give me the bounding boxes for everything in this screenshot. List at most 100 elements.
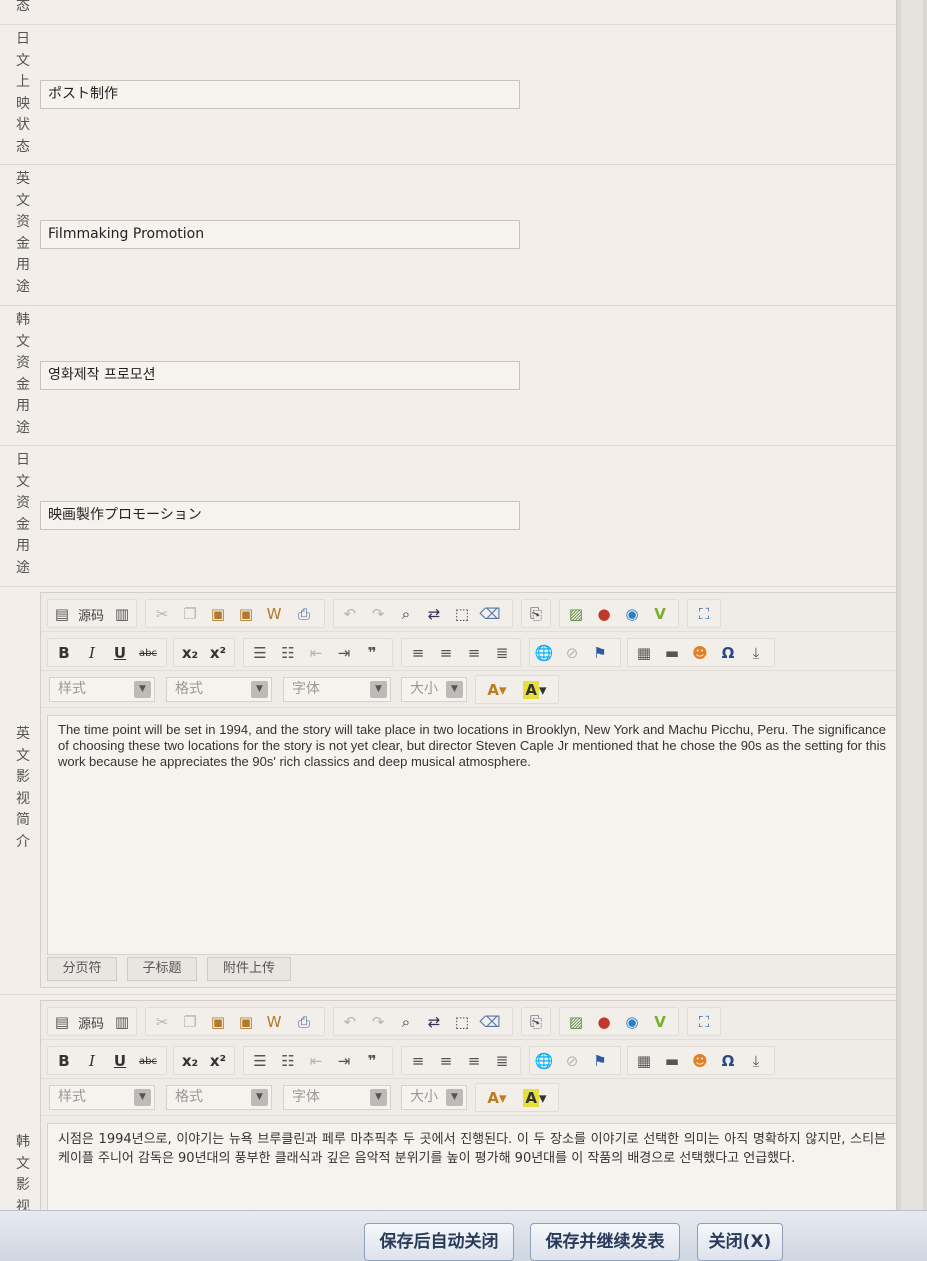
font-select[interactable]: 字体 ▼ (283, 1085, 391, 1110)
print-icon[interactable]: ⎙ (294, 1012, 314, 1032)
paste-text-icon[interactable]: ▣ (236, 1012, 256, 1032)
align-center-icon[interactable]: ≡ (436, 643, 456, 663)
remove-format-icon[interactable]: ⌫ (479, 1012, 500, 1032)
replace-icon[interactable]: ⇄ (424, 604, 444, 624)
paste-text-icon[interactable]: ▣ (236, 604, 256, 624)
flash-icon[interactable]: ● (594, 1012, 614, 1032)
format-select[interactable]: 格式 ▼ (166, 1085, 272, 1110)
copy-icon[interactable]: ❐ (180, 1012, 200, 1032)
underline-icon[interactable]: U (110, 643, 130, 663)
indent-icon[interactable]: ⇥ (334, 1051, 354, 1071)
undo-icon[interactable]: ↶ (340, 1012, 360, 1032)
outdent-icon[interactable]: ⇤ (306, 1051, 326, 1071)
unlink-icon[interactable]: ⊘ (562, 643, 582, 663)
justify-icon[interactable]: ≣ (492, 1051, 512, 1071)
align-center-icon[interactable]: ≡ (436, 1051, 456, 1071)
blockquote-icon[interactable]: ❞ (362, 1051, 382, 1071)
smiley-icon[interactable]: ☻ (690, 1051, 710, 1071)
close-button[interactable]: 关闭(X) (697, 1223, 783, 1261)
templates-icon[interactable]: ▥ (112, 604, 132, 624)
media-icon[interactable]: ◉ (622, 604, 642, 624)
image-icon[interactable]: ▨ (566, 1012, 586, 1032)
paste-word-icon[interactable]: W (264, 604, 284, 624)
text-color-icon[interactable]: A▾ (482, 680, 512, 700)
paste-icon[interactable]: ▣ (208, 1012, 228, 1032)
attachment-upload-button[interactable]: 附件上传 (207, 957, 291, 981)
source-button[interactable]: 源码 (74, 604, 108, 624)
redo-icon[interactable]: ↷ (368, 1012, 388, 1032)
strike-icon[interactable]: abc (138, 643, 158, 663)
text-color-icon[interactable]: A▾ (482, 1088, 512, 1108)
align-right-icon[interactable]: ≡ (464, 643, 484, 663)
superscript-icon[interactable]: x² (208, 1051, 228, 1071)
maximize-icon[interactable]: ⛶ (694, 1012, 714, 1032)
indent-icon[interactable]: ⇥ (334, 643, 354, 663)
cut-icon[interactable]: ✂ (152, 1012, 172, 1032)
subscript-icon[interactable]: x₂ (180, 1051, 200, 1071)
media-icon[interactable]: ◉ (622, 1012, 642, 1032)
image-icon[interactable]: ▨ (566, 604, 586, 624)
subtitle-button[interactable]: 子标题 (127, 957, 197, 981)
align-left-icon[interactable]: ≡ (408, 643, 428, 663)
page-break-icon[interactable]: ⤓ (746, 643, 766, 663)
select-all-icon[interactable]: ⬚ (452, 1012, 472, 1032)
align-right-icon[interactable]: ≡ (464, 1051, 484, 1071)
paste-icon[interactable]: ▣ (208, 604, 228, 624)
vertical-scrollbar[interactable] (896, 0, 927, 1210)
editor-content-en[interactable]: The time point will be set in 1994, and … (47, 715, 896, 955)
link-icon[interactable]: 🌐 (534, 1051, 554, 1071)
align-left-icon[interactable]: ≡ (408, 1051, 428, 1071)
style-select[interactable]: 样式 ▼ (49, 677, 155, 702)
italic-icon[interactable]: I (82, 643, 102, 663)
page-break-button[interactable]: 分页符 (47, 957, 117, 981)
horizontal-rule-icon[interactable]: ▬ (662, 643, 682, 663)
select-all-icon[interactable]: ⬚ (452, 604, 472, 624)
bg-color-icon[interactable]: A ▾ (520, 680, 550, 700)
en-fund-input[interactable]: Filmmaking Promotion (40, 220, 520, 249)
table-icon[interactable]: ▦ (634, 1051, 654, 1071)
remove-format-icon[interactable]: ⌫ (479, 604, 500, 624)
find-icon[interactable]: ⌕ (396, 604, 416, 624)
special-char-icon[interactable]: Ω (718, 643, 738, 663)
jp-status-input[interactable]: ポスト制作 (40, 80, 520, 109)
size-select[interactable]: 大小 ▼ (401, 677, 467, 702)
special-char-icon[interactable]: Ω (718, 1051, 738, 1071)
editor-content-ko[interactable]: 시점은 1994년으로, 이야기는 뉴욕 브루클린과 페루 마추픽추 두 곳에서… (47, 1123, 896, 1210)
ko-fund-input[interactable]: 영화제작 프로모션 (40, 361, 520, 390)
blockquote-icon[interactable]: ❞ (362, 643, 382, 663)
outdent-icon[interactable]: ⇤ (306, 643, 326, 663)
underline-icon[interactable]: U (110, 1051, 130, 1071)
new-page-icon[interactable]: ▤ (52, 1012, 72, 1032)
unlink-icon[interactable]: ⊘ (562, 1051, 582, 1071)
templates-icon[interactable]: ▥ (112, 1012, 132, 1032)
justify-icon[interactable]: ≣ (492, 643, 512, 663)
form-scroll-area[interactable]: 态 日文上映状态 ポスト制作 英文资金用途 Filmmaking Promoti… (0, 0, 896, 1210)
source-button[interactable]: 源码 (74, 1012, 108, 1032)
save-and-continue-button[interactable]: 保存并继续发表 (530, 1223, 680, 1261)
replace-icon[interactable]: ⇄ (424, 1012, 444, 1032)
anchor-icon[interactable]: ⚑ (590, 643, 610, 663)
scrollbar-thumb[interactable] (901, 0, 923, 1210)
table-icon[interactable]: ▦ (634, 643, 654, 663)
style-select[interactable]: 样式 ▼ (49, 1085, 155, 1110)
horizontal-rule-icon[interactable]: ▬ (662, 1051, 682, 1071)
preview-icon[interactable]: ⎘ (526, 1012, 546, 1032)
flash-icon[interactable]: ● (594, 604, 614, 624)
find-icon[interactable]: ⌕ (396, 1012, 416, 1032)
maximize-icon[interactable]: ⛶ (694, 604, 714, 624)
save-and-close-button[interactable]: 保存后自动关闭 (364, 1223, 514, 1261)
numbered-list-icon[interactable]: ☰ (250, 643, 270, 663)
jp-fund-input[interactable]: 映画製作プロモーション (40, 501, 520, 530)
subscript-icon[interactable]: x₂ (180, 643, 200, 663)
preview-icon[interactable]: ⎘ (526, 604, 546, 624)
new-page-icon[interactable]: ▤ (52, 604, 72, 624)
bold-icon[interactable]: B (54, 643, 74, 663)
print-icon[interactable]: ⎙ (294, 604, 314, 624)
font-select[interactable]: 字体 ▼ (283, 677, 391, 702)
copy-icon[interactable]: ❐ (180, 604, 200, 624)
smiley-icon[interactable]: ☻ (690, 643, 710, 663)
numbered-list-icon[interactable]: ☰ (250, 1051, 270, 1071)
bulleted-list-icon[interactable]: ☷ (278, 1051, 298, 1071)
video-icon[interactable]: V (650, 604, 670, 624)
anchor-icon[interactable]: ⚑ (590, 1051, 610, 1071)
